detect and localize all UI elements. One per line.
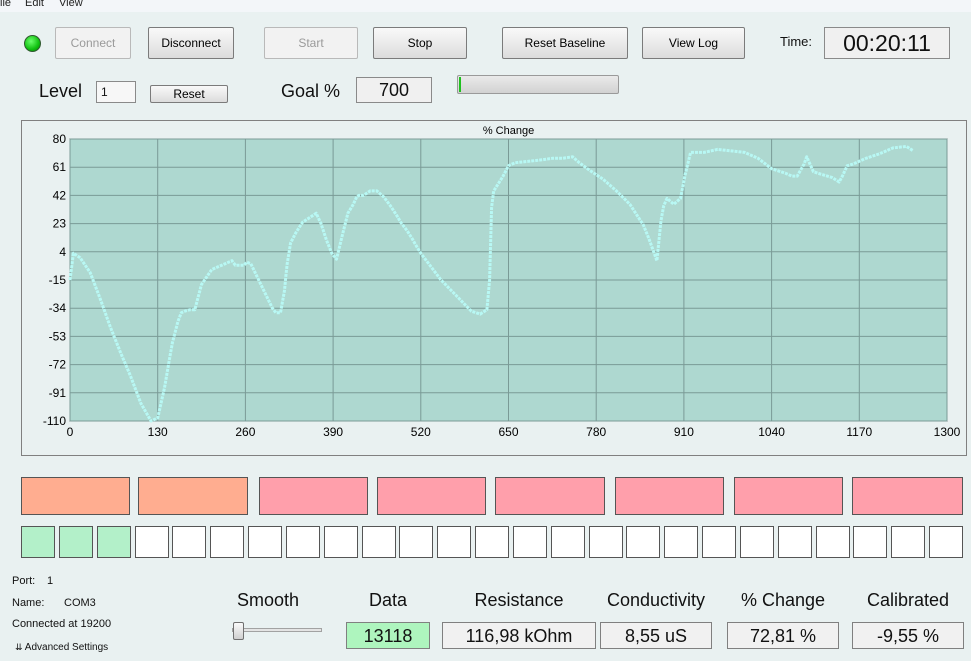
percent-change-chart: 0 130 260 390 520 650 780 910 1040 1170 1300806142… (43, 125, 961, 439)
x-tick-label: 1040 (758, 425, 785, 439)
indicator-square (21, 526, 55, 558)
chart-title: % Change (483, 125, 534, 137)
level-tile (615, 477, 724, 515)
indicator-square (324, 526, 358, 558)
chevron-double-down-icon: ⇊ (15, 642, 23, 652)
indicator-square (59, 526, 93, 558)
time-display: 00:20:11 (824, 27, 950, 59)
level-tile (259, 477, 368, 515)
y-tick-label: -110 (43, 414, 66, 428)
menu-edit[interactable]: Edit (25, 0, 44, 9)
advanced-settings-label: Advanced Settings (24, 642, 109, 653)
level-field[interactable]: 1 (96, 81, 136, 103)
x-tick-label: 260 (235, 425, 255, 439)
indicator-square (248, 526, 282, 558)
indicator-square (172, 526, 206, 558)
indicator-square (853, 526, 887, 558)
percent-change-chart-panel: 0 130 260 390 520 650 780 910 1040 1170 1300 80 61 42… (21, 120, 967, 456)
goal-label: Goal % (281, 81, 341, 101)
indicator-square (664, 526, 698, 558)
x-tick-label: 910 (674, 425, 694, 439)
goal-progress-fill (459, 77, 461, 92)
connect-button[interactable]: Connect (55, 27, 131, 59)
level-tile (138, 477, 248, 515)
menu-file[interactable]: ile (0, 0, 11, 9)
indicator-square (740, 526, 774, 558)
data-value: 13118 (346, 622, 430, 649)
indicator-square (399, 526, 433, 558)
calibrated-label: Calibrated (866, 590, 950, 610)
indicator-square (891, 526, 925, 558)
conductivity-value: 8,55 uS (600, 622, 712, 649)
resistance-label: Resistance (474, 590, 564, 610)
reset-baseline-button[interactable]: Reset Baseline (502, 27, 628, 59)
advanced-settings-toggle[interactable]: ⇊ Advanced Settings (15, 642, 108, 653)
stop-button[interactable]: Stop (373, 27, 467, 59)
y-tick-label: -34 (49, 301, 67, 315)
level-reset-button[interactable]: Reset (150, 85, 228, 103)
indicator-square (210, 526, 244, 558)
level-tile (734, 477, 843, 515)
indicator-square (513, 526, 547, 558)
level-tile (495, 477, 605, 515)
x-tick-label: 1170 (846, 425, 872, 439)
indicator-square (929, 526, 963, 558)
port-label: Port: (12, 575, 36, 587)
port-value: 1 (47, 575, 54, 587)
y-tick-label: -53 (49, 329, 67, 343)
x-tick-label: 1300 (934, 425, 961, 439)
smooth-slider-track[interactable] (232, 628, 322, 632)
y-tick-label: -72 (49, 358, 67, 372)
level-tile (21, 477, 130, 515)
x-tick-label: 0 (67, 425, 74, 439)
percent-change-label: % Change (740, 590, 826, 610)
time-label: Time: (780, 34, 813, 49)
data-label: Data (368, 590, 408, 610)
indicator-square (626, 526, 660, 558)
smooth-slider-thumb[interactable] (233, 622, 244, 640)
x-tick-label: 130 (148, 425, 168, 439)
indicator-square (778, 526, 812, 558)
x-tick-label: 520 (411, 425, 431, 439)
indicator-square (97, 526, 131, 558)
name-label: Name: (12, 597, 45, 609)
percent-change-value: 72,81 % (727, 622, 839, 649)
goal-progress-bar (457, 75, 619, 94)
indicator-square (286, 526, 320, 558)
x-tick-label: 780 (586, 425, 606, 439)
goal-field[interactable]: 700 (356, 77, 432, 103)
smooth-label: Smooth (236, 590, 300, 610)
connection-status-led (24, 35, 41, 52)
menu-bar: ile Edit View (0, 0, 971, 12)
y-tick-label: 23 (53, 217, 67, 231)
y-tick-label: -91 (49, 386, 67, 400)
level-tile (377, 477, 486, 515)
y-tick-label: -15 (49, 273, 67, 287)
calibrated-value: -9,55 % (852, 622, 964, 649)
name-value: COM3 (64, 597, 96, 609)
indicator-square (362, 526, 396, 558)
indicator-square (589, 526, 623, 558)
disconnect-button[interactable]: Disconnect (148, 27, 234, 59)
conductivity-label: Conductivity (606, 590, 706, 610)
level-tile (852, 477, 963, 515)
view-log-button[interactable]: View Log (642, 27, 745, 59)
indicator-square (702, 526, 736, 558)
resistance-value: 116,98 kOhm (442, 622, 596, 649)
indicator-square (475, 526, 509, 558)
y-tick-label: 61 (53, 160, 67, 174)
x-tick-label: 650 (498, 425, 518, 439)
y-tick-label: 42 (53, 188, 67, 202)
start-button[interactable]: Start (264, 27, 358, 59)
indicator-square (816, 526, 850, 558)
indicator-square (135, 526, 169, 558)
y-tick-label: 80 (53, 132, 67, 146)
menu-view[interactable]: View (59, 0, 83, 9)
indicator-square (551, 526, 585, 558)
x-tick-label: 390 (323, 425, 343, 439)
indicator-square (437, 526, 471, 558)
connected-status: Connected at 19200 (12, 618, 112, 630)
y-tick-label: 4 (59, 245, 66, 259)
level-label: Level (39, 81, 83, 101)
